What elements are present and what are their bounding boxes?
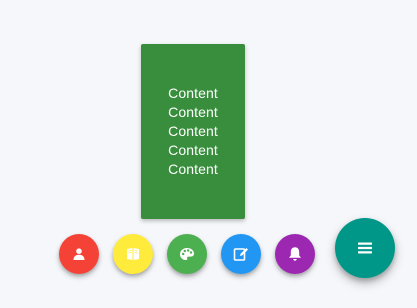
edit-icon — [233, 248, 248, 261]
content-line: Content — [168, 85, 218, 101]
book-icon — [127, 248, 139, 260]
user-icon — [73, 248, 85, 260]
fab-palette-button[interactable] — [167, 234, 207, 274]
fab-bell-button[interactable] — [275, 234, 315, 274]
menu-icon — [358, 242, 372, 254]
fab-book-button[interactable] — [113, 234, 153, 274]
content-line: Content — [168, 161, 218, 177]
content-card: Content Content Content Content Content — [141, 44, 245, 219]
palette-icon — [180, 248, 194, 260]
fab-user-button[interactable] — [59, 234, 99, 274]
content-line: Content — [168, 123, 218, 139]
page: Content Content Content Content Content — [0, 0, 417, 308]
content-line: Content — [168, 142, 218, 158]
fab-edit-button[interactable] — [221, 234, 261, 274]
content-line: Content — [168, 104, 218, 120]
bell-icon — [289, 247, 301, 261]
fab-menu-button[interactable] — [335, 218, 395, 278]
